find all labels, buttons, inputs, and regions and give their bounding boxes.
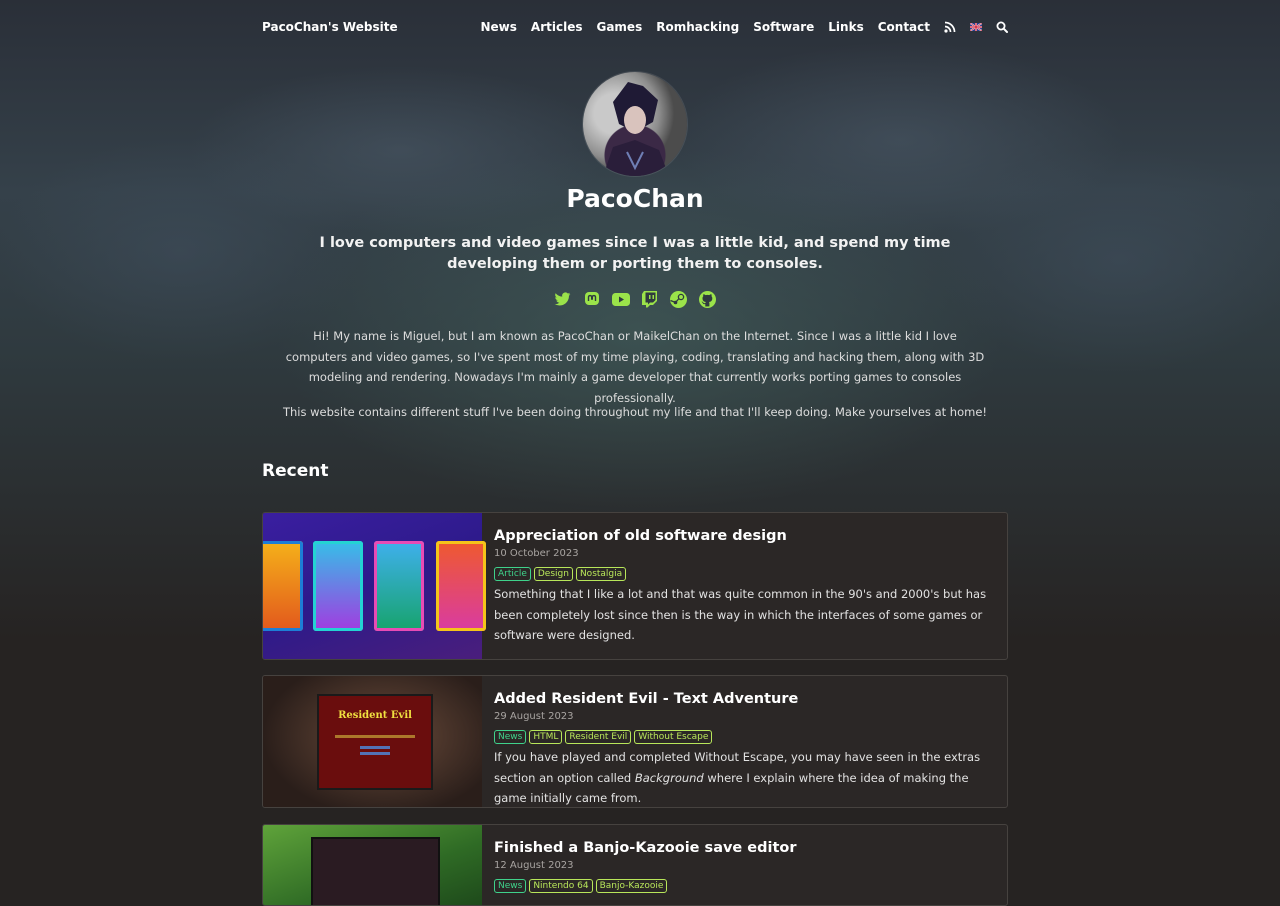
- post-body: Added Resident Evil - Text Adventure 29 …: [494, 676, 995, 807]
- post-body: Appreciation of old software design 10 O…: [494, 513, 995, 646]
- tag-news[interactable]: News: [494, 730, 527, 744]
- tag-design[interactable]: Design: [533, 567, 573, 581]
- thumbnail-tile: [374, 541, 424, 631]
- tag-article[interactable]: Article: [494, 567, 531, 581]
- post-excerpt-emphasis: Background: [634, 770, 704, 785]
- intro-paragraph: Hi! My name is Miguel, but I am known as…: [285, 329, 985, 405]
- post-tags: News Nintendo 64 Banjo-Kazooie: [494, 879, 995, 893]
- profile-tagline: I love computers and video games since I…: [319, 235, 951, 272]
- thumbnail-tile: [263, 541, 303, 631]
- post-thumbnail[interactable]: [263, 513, 486, 659]
- tag-news[interactable]: News: [494, 879, 527, 893]
- post-card[interactable]: Finished a Banjo-Kazooie save editor 12 …: [262, 824, 1008, 906]
- post-thumbnail[interactable]: [263, 825, 482, 905]
- menu-item-articles[interactable]: Articles: [531, 18, 583, 36]
- profile-name: PacoChan: [566, 184, 704, 213]
- post-excerpt: If you have played and completed Without…: [494, 747, 995, 807]
- rss-icon[interactable]: [944, 21, 956, 33]
- menu-item-romhacking[interactable]: Romhacking: [656, 18, 739, 36]
- tag-nostalgia[interactable]: Nostalgia: [575, 567, 627, 581]
- post-date: 29 August 2023: [494, 711, 574, 722]
- post-title[interactable]: Appreciation of old software design: [494, 527, 995, 545]
- post-thumbnail[interactable]: Resident Evil: [263, 676, 482, 807]
- thumbnail-screen: Resident Evil: [317, 694, 433, 790]
- thumbnail-tile: [313, 541, 363, 631]
- tag-banjo-kazooie[interactable]: Banjo-Kazooie: [595, 879, 668, 893]
- thumbnail-screen: [311, 837, 440, 905]
- main-menu: News Articles Games Romhacking Software …: [467, 18, 1008, 36]
- menu-item-contact[interactable]: Contact: [878, 18, 930, 36]
- menu-item-software[interactable]: Software: [753, 18, 814, 36]
- tag-without-escape[interactable]: Without Escape: [634, 730, 713, 744]
- thumbnail-tile: [436, 541, 486, 631]
- post-title[interactable]: Added Resident Evil - Text Adventure: [494, 690, 995, 708]
- youtube-icon[interactable]: [611, 290, 630, 308]
- thumbnail-title: Resident Evil: [338, 710, 412, 721]
- post-excerpt: Something that I like a lot and that was…: [494, 587, 987, 642]
- uk-flag-icon[interactable]: [970, 21, 982, 33]
- thumbnail-line: [360, 752, 390, 755]
- github-icon[interactable]: [699, 290, 717, 308]
- avatar-illustration: [603, 82, 669, 176]
- twitter-icon[interactable]: [554, 290, 572, 308]
- mastodon-icon[interactable]: [583, 290, 601, 308]
- post-body: Finished a Banjo-Kazooie save editor 12 …: [494, 825, 995, 893]
- post-date: 10 October 2023: [494, 548, 579, 559]
- tag-resident-evil[interactable]: Resident Evil: [565, 730, 632, 744]
- menu-item-news[interactable]: News: [481, 18, 517, 36]
- tag-nintendo-64[interactable]: Nintendo 64: [529, 879, 593, 893]
- thumbnail-line: [360, 746, 390, 749]
- post-tags: Article Design Nostalgia: [494, 567, 995, 581]
- avatar: [583, 72, 687, 176]
- steam-icon[interactable]: [670, 290, 688, 308]
- post-card[interactable]: Appreciation of old software design 10 O…: [262, 512, 1008, 660]
- post-title[interactable]: Finished a Banjo-Kazooie save editor: [494, 839, 995, 857]
- post-card[interactable]: Resident Evil Added Resident Evil - Text…: [262, 675, 1008, 808]
- tag-html[interactable]: HTML: [529, 730, 563, 744]
- site-title[interactable]: PacoChan's Website: [262, 18, 398, 36]
- search-icon[interactable]: [996, 21, 1008, 33]
- thumbnail-line: [335, 735, 415, 738]
- top-nav: PacoChan's Website News Articles Games R…: [262, 18, 1008, 38]
- post-date: 12 August 2023: [494, 860, 574, 871]
- intro-paragraph-2: This website contains different stuff I'…: [282, 405, 988, 419]
- recent-heading: Recent: [262, 461, 329, 481]
- menu-item-games[interactable]: Games: [596, 18, 642, 36]
- social-links: [262, 290, 1008, 308]
- menu-item-links[interactable]: Links: [828, 18, 863, 36]
- post-tags: News HTML Resident Evil Without Escape: [494, 730, 995, 744]
- twitch-icon[interactable]: [641, 290, 659, 308]
